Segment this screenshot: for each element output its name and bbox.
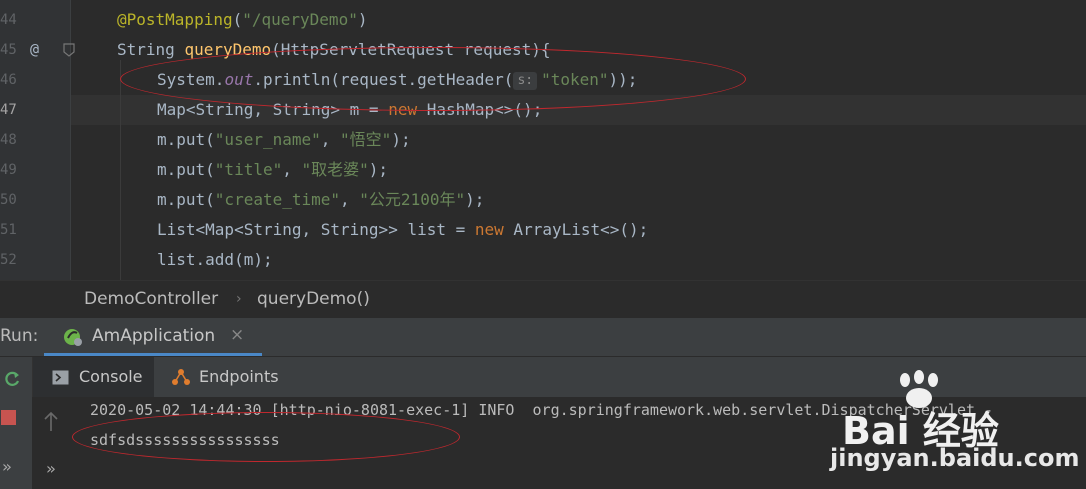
line-number: 50	[0, 192, 17, 208]
tab-endpoints-label: Endpoints	[199, 367, 279, 386]
line-number: 52	[0, 252, 17, 268]
breadcrumb: DemoController › queryDemo()	[0, 280, 1086, 317]
string-token: "公元2100年"	[359, 190, 466, 209]
code-token: ,	[320, 130, 341, 149]
code-token: ArrayList<>();	[503, 220, 649, 239]
scroll-up-icon[interactable]	[43, 411, 59, 433]
code-token: );	[465, 190, 485, 209]
breadcrumb-class[interactable]: DemoController	[84, 281, 218, 317]
rerun-icon[interactable]	[2, 369, 22, 389]
type-token: String	[117, 40, 185, 59]
code-token: m.put(	[157, 190, 215, 209]
breadcrumb-method[interactable]: queryDemo()	[257, 281, 370, 317]
line-number: 48	[0, 132, 17, 148]
line-number: 46	[0, 72, 17, 88]
annotation-ellipse	[120, 47, 746, 111]
code-token: );	[391, 130, 411, 149]
string-token: "create_time"	[214, 190, 341, 209]
fold-icon[interactable]	[62, 42, 76, 58]
console-side-toolbar: »	[32, 397, 73, 489]
tab-endpoints[interactable]: Endpoints	[160, 357, 300, 397]
string-token: "取老婆"	[301, 160, 369, 179]
annotation-ellipse	[72, 412, 460, 462]
code-token: List<Map<String, String>> list =	[157, 220, 475, 239]
endpoints-icon	[172, 369, 190, 385]
line-number: 45	[0, 42, 17, 58]
code-editor[interactable]: 44 45 46 47 48 49 50 51 52 @ @PostMappin…	[0, 0, 1086, 280]
string-token: "user_name"	[214, 130, 321, 149]
line-number: 44	[0, 12, 17, 28]
line-number: 51	[0, 222, 17, 238]
breadcrumb-separator: ›	[236, 291, 242, 307]
run-tab-amapplication[interactable]: AmApplication ×	[44, 318, 262, 356]
tab-console[interactable]: Console	[32, 357, 154, 397]
code-token: list.add(m);	[157, 250, 273, 269]
code-token: )	[357, 10, 368, 29]
string-token: "title"	[214, 160, 283, 179]
run-toolbar: Run: AmApplication ×	[0, 318, 1086, 357]
line-gutter[interactable]: 44 45 46 47 48 49 50 51 52 @	[0, 0, 75, 280]
code-line-48[interactable]: m.put("user_name", "悟空");	[157, 125, 411, 155]
expand-icon[interactable]: »	[2, 457, 12, 476]
spring-boot-icon	[64, 329, 82, 346]
keyword-token: new	[474, 220, 504, 239]
code-line-51[interactable]: List<Map<String, String>> list = new Arr…	[157, 215, 648, 245]
baidu-watermark: Bai 经验 jingyan.baidu.com	[830, 370, 1080, 485]
code-token: m.put(	[157, 160, 215, 179]
run-label: Run:	[0, 326, 39, 346]
code-token: (	[232, 10, 243, 29]
code-line-44[interactable]: @PostMapping("/queryDemo")	[117, 5, 367, 35]
web-mapping-icon[interactable]: @	[30, 40, 39, 58]
watermark-url: jingyan.baidu.com	[830, 444, 1080, 472]
more-icon[interactable]: »	[46, 459, 56, 478]
console-icon	[52, 370, 69, 385]
code-line-50[interactable]: m.put("create_time", "公元2100年");	[157, 185, 484, 215]
stop-icon[interactable]	[0, 409, 18, 427]
code-token: ,	[282, 160, 302, 179]
string-token: "/queryDemo"	[242, 10, 358, 29]
code-token: m.put(	[157, 130, 215, 149]
code-token: ,	[340, 190, 360, 209]
line-number-current: 47	[0, 102, 17, 118]
tab-console-label: Console	[79, 367, 143, 386]
close-icon[interactable]: ×	[230, 325, 244, 345]
run-side-toolbar: »	[0, 357, 33, 489]
indent-guide	[120, 60, 121, 280]
line-number: 49	[0, 162, 17, 178]
string-token: "悟空"	[340, 130, 392, 149]
run-tab-label: AmApplication	[92, 326, 216, 346]
code-token: );	[368, 160, 389, 179]
code-line-52[interactable]: list.add(m);	[157, 245, 273, 275]
annotation-token: @PostMapping	[117, 10, 233, 29]
code-line-49[interactable]: m.put("title", "取老婆");	[157, 155, 388, 185]
